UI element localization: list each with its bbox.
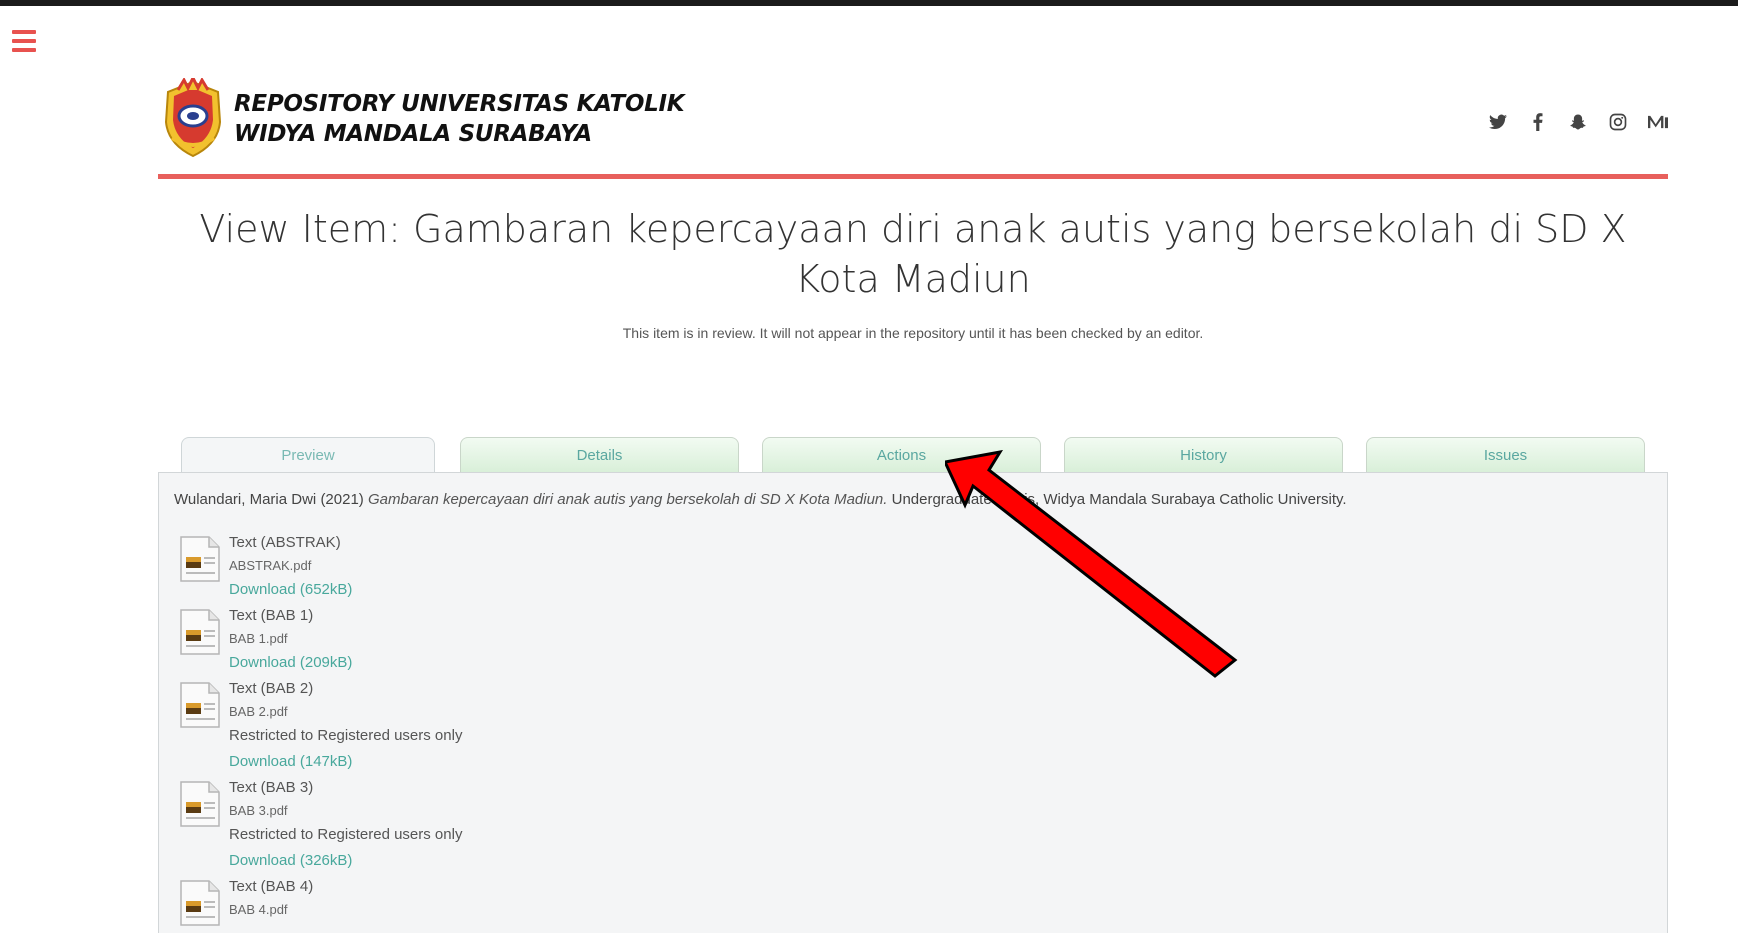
download-link[interactable]: Download (652kB) — [229, 577, 352, 603]
page-title: View Item: Gambaran kepercayaan diri ana… — [199, 207, 1627, 301]
document-item: Text (BAB 1) BAB 1.pdf Download (209kB) — [179, 604, 462, 676]
document-item: Text (BAB 4) BAB 4.pdf — [179, 875, 462, 926]
pdf-document-icon[interactable] — [179, 535, 221, 583]
header-divider — [158, 174, 1668, 179]
document-type: Text (BAB 4) — [229, 878, 314, 895]
instagram-icon[interactable] — [1608, 112, 1628, 132]
citation-suffix: Undergraduate thesis, Widya Mandala Sura… — [891, 491, 1347, 508]
pdf-document-icon[interactable] — [179, 681, 221, 729]
medium-icon[interactable] — [1648, 112, 1668, 132]
citation-authors: Wulandari, Maria Dwi — [174, 491, 317, 508]
document-item: Text (ABSTRAK) ABSTRAK.pdf Download (652… — [179, 531, 462, 603]
university-emblem-icon — [164, 78, 222, 158]
document-filename: BAB 1.pdf — [229, 631, 288, 646]
download-link[interactable]: Download (147kB) — [229, 749, 352, 775]
document-item: Text (BAB 3) BAB 3.pdf Restricted to Reg… — [179, 776, 462, 874]
review-notice: This item is in review. It will not appe… — [622, 325, 1204, 341]
restriction-note: Restricted to Registered users only — [229, 826, 463, 843]
site-title: REPOSITORY UNIVERSITAS KATOLIK WIDYA MAN… — [234, 89, 685, 149]
preview-panel: Wulandari, Maria Dwi (2021) Gambaran kep… — [158, 472, 1668, 933]
site-title-line2: WIDYA MANDALA SURABAYA — [234, 121, 592, 147]
tab-details[interactable]: Details — [460, 437, 739, 473]
tab-actions[interactable]: Actions — [762, 437, 1041, 473]
tab-preview[interactable]: Preview — [181, 437, 435, 475]
citation-title: Gambaran kepercayaan diri anak autis yan… — [367, 491, 888, 508]
social-links — [1488, 112, 1668, 132]
document-list: Text (ABSTRAK) ABSTRAK.pdf Download (652… — [179, 531, 462, 926]
document-type: Text (BAB 2) — [229, 680, 314, 697]
download-link[interactable]: Download (326kB) — [229, 848, 352, 874]
snapchat-icon[interactable] — [1568, 112, 1588, 132]
site-logo[interactable]: REPOSITORY UNIVERSITAS KATOLIK WIDYA MAN… — [158, 78, 685, 160]
download-link[interactable]: Download (209kB) — [229, 650, 352, 676]
citation-year: (2021) — [320, 491, 364, 508]
document-item: Text (BAB 2) BAB 2.pdf Restricted to Reg… — [179, 677, 462, 775]
site-header: REPOSITORY UNIVERSITAS KATOLIK WIDYA MAN… — [158, 78, 1668, 176]
tab-issues[interactable]: Issues — [1366, 437, 1645, 473]
document-filename: BAB 4.pdf — [229, 902, 288, 917]
tab-history[interactable]: History — [1064, 437, 1343, 473]
pdf-document-icon[interactable] — [179, 780, 221, 828]
document-type: Text (ABSTRAK) — [229, 534, 341, 551]
document-filename: BAB 2.pdf — [229, 704, 288, 719]
document-filename: ABSTRAK.pdf — [229, 558, 312, 573]
facebook-icon[interactable] — [1528, 112, 1548, 132]
site-title-line1: REPOSITORY UNIVERSITAS KATOLIK — [234, 91, 685, 117]
restriction-note: Restricted to Registered users only — [229, 727, 463, 744]
document-type: Text (BAB 1) — [229, 607, 314, 624]
pdf-document-icon[interactable] — [179, 879, 221, 927]
document-filename: BAB 3.pdf — [229, 803, 288, 818]
item-tabs: Preview Details Actions History Issues — [158, 437, 1668, 475]
item-citation: Wulandari, Maria Dwi (2021) Gambaran kep… — [174, 491, 1347, 508]
pdf-document-icon[interactable] — [179, 608, 221, 656]
twitter-icon[interactable] — [1488, 112, 1508, 132]
menu-icon[interactable] — [12, 30, 36, 52]
document-type: Text (BAB 3) — [229, 779, 314, 796]
top-bar — [0, 0, 1738, 6]
